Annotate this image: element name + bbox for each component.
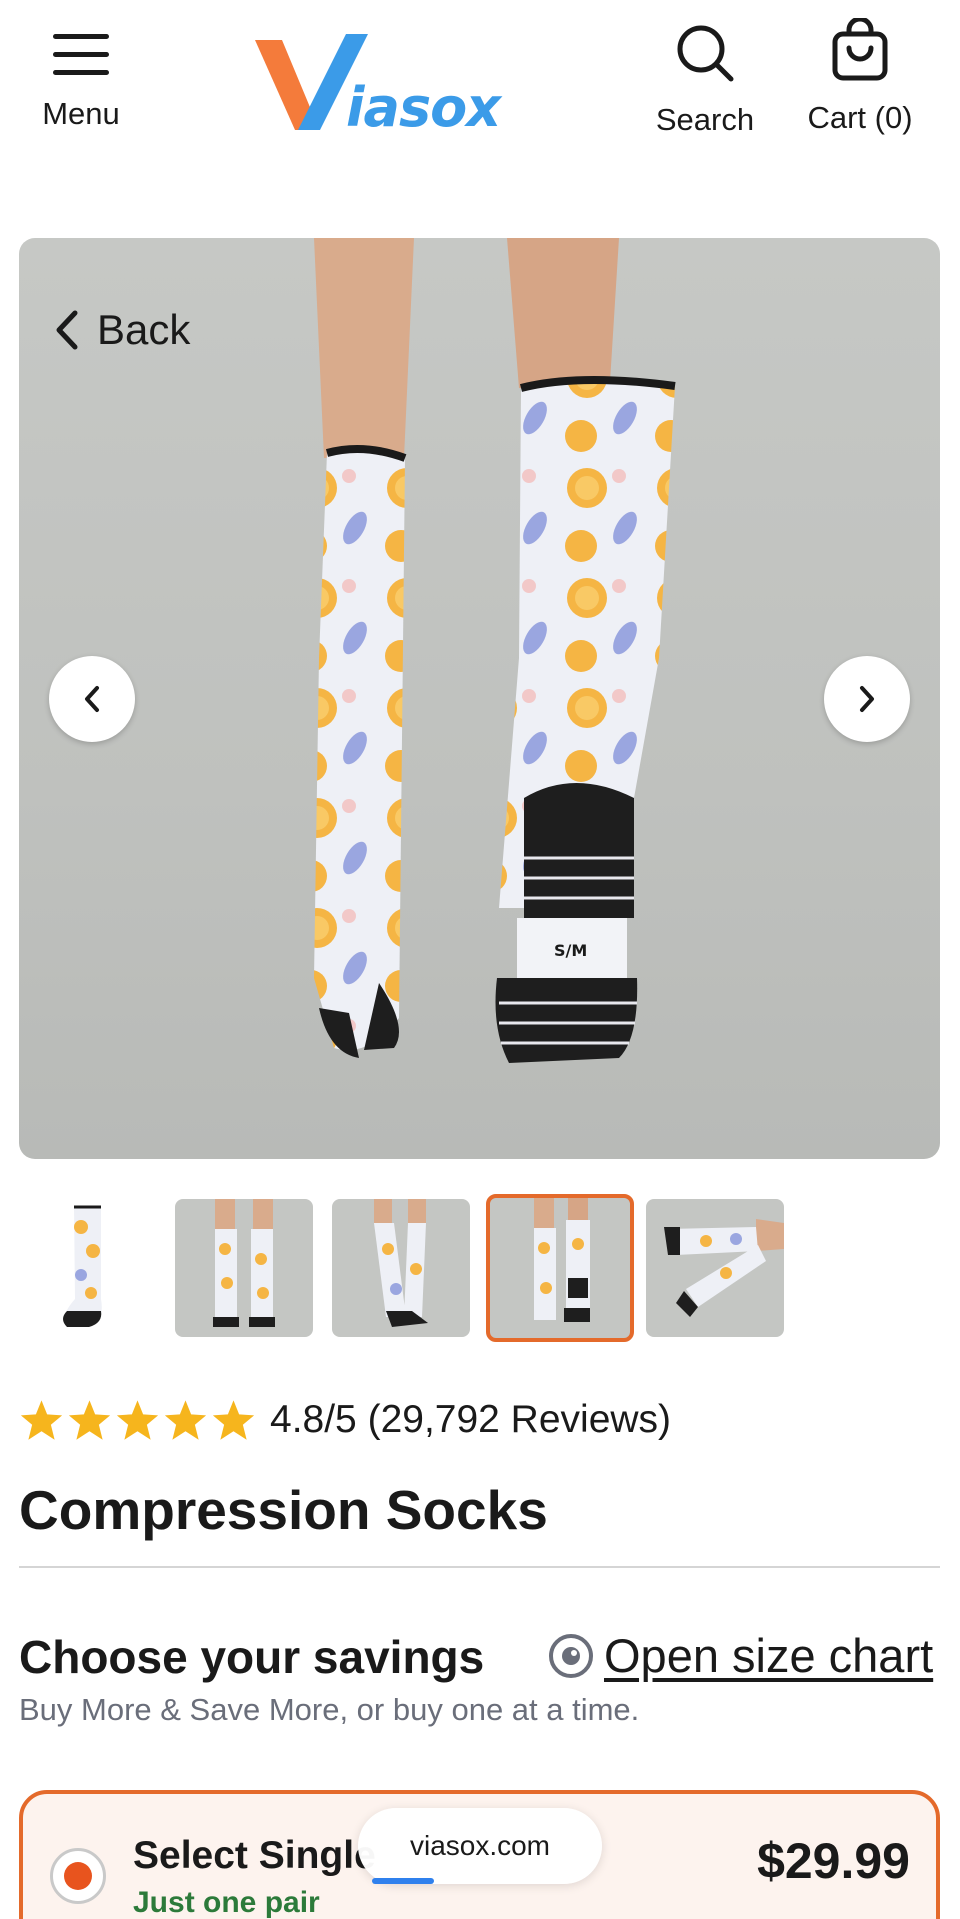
star-icon xyxy=(212,1400,255,1440)
star-rating xyxy=(19,1398,256,1442)
eye-icon xyxy=(549,1633,593,1678)
option-price: $29.99 xyxy=(757,1833,910,1889)
rating-text[interactable]: 4.8/5 (29,792 Reviews) xyxy=(270,1398,671,1442)
chevron-right-icon xyxy=(860,686,874,712)
svg-text:S/M: S/M xyxy=(554,941,587,960)
hamburger-icon xyxy=(53,28,109,76)
savings-heading: Choose your savings xyxy=(19,1631,485,1683)
cart-label: Cart (0) xyxy=(807,100,913,135)
product-rating[interactable]: 4.8/5 (29,792 Reviews) xyxy=(19,1398,671,1442)
open-size-chart-link[interactable]: Open size chart xyxy=(548,1628,933,1683)
chevron-left-icon xyxy=(85,686,99,712)
thumbnail-leg-raised[interactable] xyxy=(646,1199,784,1337)
site-logo[interactable]: iasox xyxy=(250,30,520,140)
star-icon xyxy=(116,1400,159,1440)
search-button[interactable]: Search xyxy=(650,22,760,138)
option-subtitle: Just one pair xyxy=(133,1886,320,1919)
site-header: Menu iasox Search Cart (0) xyxy=(0,0,960,160)
previous-image-button[interactable] xyxy=(49,656,135,742)
radio-button[interactable] xyxy=(50,1848,106,1904)
thumbnail-rear-view[interactable] xyxy=(486,1194,634,1342)
thumbnail-image xyxy=(534,1198,590,1322)
thumbnail-image xyxy=(63,1205,102,1327)
thumbnail-strip xyxy=(19,1194,940,1342)
viasox-logo: iasox xyxy=(255,34,504,139)
cart-button[interactable]: Cart (0) xyxy=(790,18,930,136)
thumbnail-side-view[interactable] xyxy=(332,1199,470,1337)
thumbnail-image xyxy=(374,1199,428,1327)
back-label: Back xyxy=(97,306,191,353)
product-title: Compression Socks xyxy=(19,1479,548,1541)
thumbnail-image xyxy=(664,1219,784,1317)
size-chart-label[interactable]: Open size chart xyxy=(604,1628,933,1683)
sock-photo: S/M xyxy=(314,238,676,1063)
menu-label: Menu xyxy=(42,96,120,131)
radio-selected-dot xyxy=(64,1862,92,1890)
next-image-button[interactable] xyxy=(824,656,910,742)
browser-url-pill[interactable]: viasox.com xyxy=(358,1808,602,1884)
thumbnail-single-sock[interactable] xyxy=(19,1199,157,1337)
thumbnail-image xyxy=(213,1199,275,1327)
product-hero-image[interactable]: S/M Back xyxy=(19,238,940,1159)
star-icon xyxy=(164,1400,207,1440)
thumbnail-front-view[interactable] xyxy=(175,1199,313,1337)
divider xyxy=(19,1566,940,1568)
menu-button[interactable]: Menu xyxy=(38,28,124,132)
chevron-left-icon xyxy=(56,310,78,350)
star-icon xyxy=(20,1400,63,1440)
browser-url: viasox.com xyxy=(409,1830,551,1861)
savings-subtext: Buy More & Save More, or buy one at a ti… xyxy=(19,1692,640,1727)
page-load-progress xyxy=(372,1878,434,1884)
shopping-bag-icon xyxy=(832,18,888,81)
star-icon xyxy=(68,1400,111,1440)
svg-text:iasox: iasox xyxy=(346,76,503,139)
search-label: Search xyxy=(655,102,755,137)
back-button[interactable]: Back xyxy=(53,306,190,354)
search-icon xyxy=(677,25,734,82)
option-title: Select Single xyxy=(133,1834,376,1877)
